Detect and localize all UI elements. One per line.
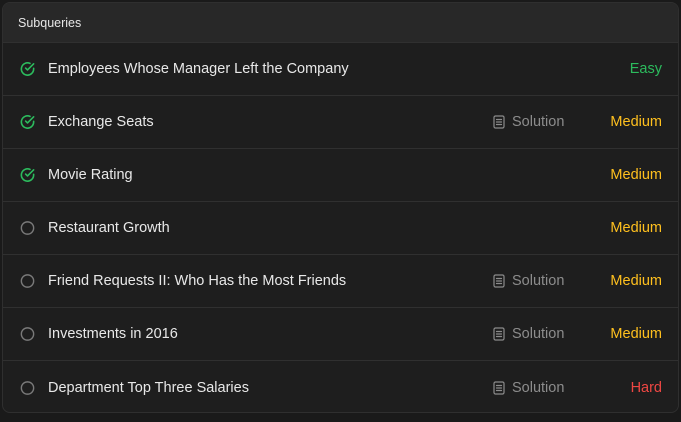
problem-title[interactable]: Movie Rating xyxy=(48,167,133,183)
panel-title: Subqueries xyxy=(18,15,82,30)
solved-check-icon xyxy=(19,61,36,78)
unsolved-circle-icon xyxy=(19,379,36,396)
difficulty-label: Easy xyxy=(629,61,662,77)
solved-check-icon xyxy=(19,167,36,184)
document-icon xyxy=(493,380,512,395)
difficulty-label: Medium xyxy=(610,326,662,342)
difficulty-label: Hard xyxy=(630,379,662,396)
solution-label: Solution xyxy=(512,326,565,342)
solution-link[interactable]: Solution xyxy=(493,380,564,396)
problem-list-panel: Subqueries Employees Whose Manager Left … xyxy=(2,2,679,413)
problem-title[interactable]: Employees Whose Manager Left the Company xyxy=(48,61,349,77)
problem-row[interactable]: Restaurant Growth Medium xyxy=(3,202,678,255)
unsolved-circle-icon xyxy=(19,220,36,237)
difficulty-label: Medium xyxy=(610,220,662,236)
document-icon xyxy=(493,274,512,288)
solution-link[interactable]: Solution xyxy=(493,326,564,342)
unsolved-circle-icon xyxy=(19,326,36,343)
problem-row[interactable]: Exchange Seats Solution Medium xyxy=(3,96,678,149)
document-icon xyxy=(493,327,512,341)
problem-title[interactable]: Friend Requests II: Who Has the Most Fri… xyxy=(48,273,346,289)
problem-row[interactable]: Employees Whose Manager Left the Company… xyxy=(3,43,678,96)
problem-row[interactable]: Movie Rating Medium xyxy=(3,149,678,202)
solution-label: Solution xyxy=(512,114,565,130)
unsolved-circle-icon xyxy=(19,273,36,290)
difficulty-label: Medium xyxy=(610,273,662,289)
problem-row[interactable]: Friend Requests II: Who Has the Most Fri… xyxy=(3,255,678,308)
problem-title[interactable]: Restaurant Growth xyxy=(48,220,170,236)
difficulty-label: Medium xyxy=(610,114,662,130)
panel-header: Subqueries xyxy=(3,3,678,43)
problem-row[interactable]: Investments in 2016 Solution Medium xyxy=(3,308,678,361)
solution-label: Solution xyxy=(512,379,565,396)
problem-list: Employees Whose Manager Left the Company… xyxy=(3,43,678,412)
solution-label: Solution xyxy=(512,273,565,289)
problem-title[interactable]: Exchange Seats xyxy=(48,114,154,130)
solved-check-icon xyxy=(19,114,36,131)
difficulty-label: Medium xyxy=(610,167,662,183)
solution-link[interactable]: Solution xyxy=(493,273,564,289)
problem-row[interactable]: Department Top Three Salaries Solution Ha… xyxy=(3,361,678,412)
document-icon xyxy=(493,115,512,129)
problem-title[interactable]: Department Top Three Salaries xyxy=(48,380,249,396)
solution-link[interactable]: Solution xyxy=(493,114,564,130)
problem-title[interactable]: Investments in 2016 xyxy=(48,326,178,342)
